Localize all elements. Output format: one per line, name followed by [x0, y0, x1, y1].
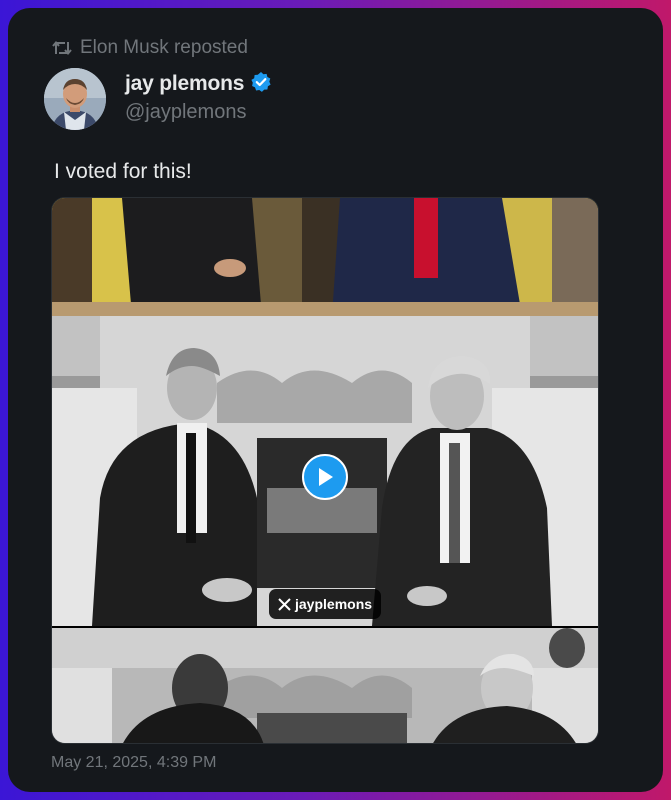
repost-header[interactable]: Elon Musk reposted: [52, 36, 248, 60]
post-card[interactable]: Elon Musk reposted jay plemons @jayplemo…: [8, 8, 663, 792]
x-logo-icon: [278, 597, 291, 611]
repost-icon: [52, 39, 72, 57]
video-watermark: jayplemons: [269, 589, 382, 619]
play-icon: [319, 468, 333, 486]
video-player[interactable]: jayplemons: [51, 197, 599, 744]
watermark-label: jayplemons: [295, 596, 373, 612]
avatar[interactable]: [44, 68, 106, 130]
author-display-name[interactable]: jay plemons: [125, 72, 244, 96]
verified-badge-icon: [250, 71, 272, 98]
author-name-row[interactable]: jay plemons: [125, 68, 272, 100]
play-button[interactable]: [302, 454, 348, 500]
post-timestamp[interactable]: May 21, 2025, 4:39 PM: [51, 754, 216, 772]
tweet-text: I voted for this!: [54, 160, 192, 183]
author-handle[interactable]: @jayplemons: [125, 101, 246, 124]
repost-label: Elon Musk reposted: [80, 37, 248, 58]
